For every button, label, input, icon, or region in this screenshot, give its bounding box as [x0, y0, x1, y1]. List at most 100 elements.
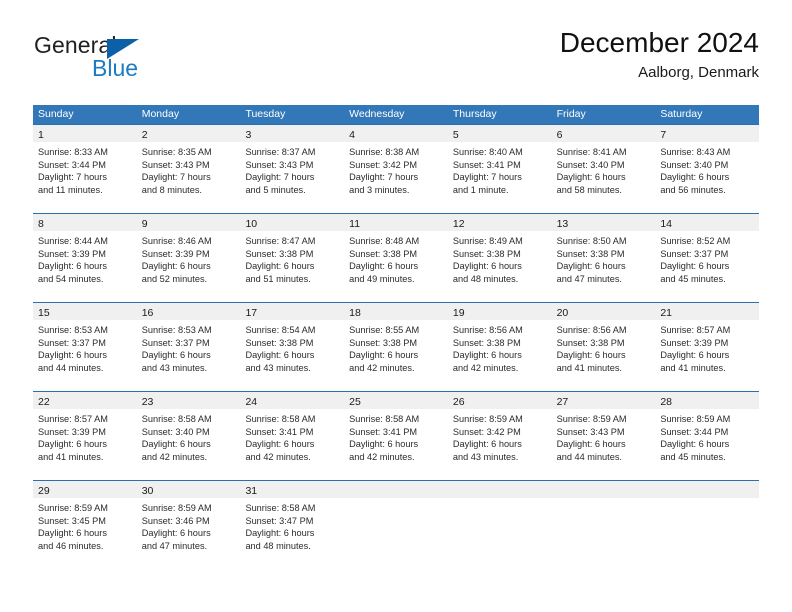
day-number-band [655, 481, 760, 498]
calendar-day-cell[interactable]: 5 Sunrise: 8:40 AM Sunset: 3:41 PM Dayli… [447, 125, 552, 213]
daylight-text-line1: Daylight: 6 hours [38, 350, 107, 361]
day-number-band: 12 [447, 214, 552, 231]
daylight-text-line1: Daylight: 6 hours [660, 261, 730, 272]
sunrise-text: Sunrise: 8:59 AM [38, 503, 108, 513]
daylight-text-line1: Daylight: 6 hours [141, 261, 211, 272]
daylight-text-line1: Daylight: 7 hours [452, 172, 522, 183]
sunset-text: Sunset: 3:37 PM [38, 337, 106, 348]
calendar-day-cell[interactable]: 24 Sunrise: 8:58 AM Sunset: 3:41 PM Dayl… [240, 392, 345, 480]
calendar-day-cell[interactable]: 6 Sunrise: 8:41 AM Sunset: 3:40 PM Dayli… [551, 125, 656, 213]
sunrise-text: Sunrise: 8:49 AM [452, 236, 523, 246]
daylight-text-line2: and 48 minutes. [245, 540, 311, 551]
calendar-day-cell[interactable]: 8 Sunrise: 8:44 AM Sunset: 3:39 PM Dayli… [33, 214, 137, 302]
calendar-day-cell[interactable]: 25 Sunrise: 8:58 AM Sunset: 3:41 PM Dayl… [344, 392, 448, 480]
daylight-text-line2: and 45 minutes. [660, 273, 726, 284]
calendar-day-cell[interactable]: 18 Sunrise: 8:55 AM Sunset: 3:38 PM Dayl… [344, 303, 448, 391]
day-number: 10 [245, 218, 258, 230]
calendar-day-cell[interactable]: 10 Sunrise: 8:47 AM Sunset: 3:38 PM Dayl… [240, 214, 345, 302]
daylight-text-line2: and 52 minutes. [141, 273, 208, 284]
calendar-day-cell[interactable]: 16 Sunrise: 8:53 AM Sunset: 3:37 PM Dayl… [136, 303, 241, 391]
calendar-day-cell[interactable]: 3 Sunrise: 8:37 AM Sunset: 3:43 PM Dayli… [240, 125, 345, 213]
day-number: 6 [556, 129, 563, 141]
day-number-band: 24 [240, 392, 345, 409]
sunset-text: Sunset: 3:43 PM [141, 159, 210, 170]
day-number: 22 [38, 396, 50, 408]
day-number-band [551, 481, 656, 498]
calendar-day-cell[interactable]: 31 Sunrise: 8:58 AM Sunset: 3:47 PM Dayl… [240, 481, 345, 569]
calendar-day-cell[interactable]: 20 Sunrise: 8:56 AM Sunset: 3:38 PM Dayl… [551, 303, 656, 391]
daylight-text-line1: Daylight: 6 hours [245, 528, 315, 539]
calendar-day-cell[interactable]: 21 Sunrise: 8:57 AM Sunset: 3:39 PM Dayl… [655, 303, 760, 391]
day-number-band: 2 [136, 125, 241, 142]
calendar-day-cell[interactable]: 27 Sunrise: 8:59 AM Sunset: 3:43 PM Dayl… [551, 392, 656, 480]
calendar-day-cell[interactable]: 9 Sunrise: 8:46 AM Sunset: 3:39 PM Dayli… [136, 214, 241, 302]
day-number-band: 1 [33, 125, 137, 142]
calendar-day-cell[interactable]: 13 Sunrise: 8:50 AM Sunset: 3:38 PM Dayl… [551, 214, 656, 302]
calendar-day-cell[interactable]: 4 Sunrise: 8:38 AM Sunset: 3:42 PM Dayli… [344, 125, 448, 213]
calendar-day-cell[interactable]: 17 Sunrise: 8:54 AM Sunset: 3:38 PM Dayl… [240, 303, 345, 391]
day-number-band: 18 [344, 303, 448, 320]
sunrise-text: Sunrise: 8:56 AM [556, 325, 627, 335]
daylight-text-line2: and 43 minutes. [245, 362, 311, 373]
calendar-day-cell[interactable]: 14 Sunrise: 8:52 AM Sunset: 3:37 PM Dayl… [655, 214, 760, 302]
sunset-text: Sunset: 3:41 PM [349, 426, 418, 437]
sunrise-text: Sunrise: 8:59 AM [556, 414, 627, 424]
daylight-text-line2: and 41 minutes. [556, 362, 622, 373]
calendar-day-cell[interactable]: 2 Sunrise: 8:35 AM Sunset: 3:43 PM Dayli… [136, 125, 241, 213]
logo[interactable]: General Blue [33, 26, 263, 88]
day-details: Sunrise: 8:59 AM Sunset: 3:43 PM Dayligh… [552, 409, 656, 463]
calendar-day-cell-empty [447, 481, 552, 569]
day-number: 24 [245, 396, 258, 408]
day-number-band: 30 [136, 481, 241, 498]
calendar-day-cell[interactable]: 28 Sunrise: 8:59 AM Sunset: 3:44 PM Dayl… [655, 392, 760, 480]
sunrise-text: Sunrise: 8:46 AM [141, 236, 212, 246]
sunset-text: Sunset: 3:43 PM [245, 159, 314, 170]
day-details: Sunrise: 8:54 AM Sunset: 3:38 PM Dayligh… [240, 320, 344, 374]
day-number-band: 26 [447, 392, 552, 409]
calendar-day-cell[interactable]: 15 Sunrise: 8:53 AM Sunset: 3:37 PM Dayl… [33, 303, 137, 391]
calendar-day-cell[interactable]: 26 Sunrise: 8:59 AM Sunset: 3:42 PM Dayl… [447, 392, 552, 480]
daylight-text-line1: Daylight: 6 hours [556, 350, 626, 361]
calendar-week-row: 29 Sunrise: 8:59 AM Sunset: 3:45 PM Dayl… [33, 480, 760, 569]
sunset-text: Sunset: 3:40 PM [141, 426, 210, 437]
day-number: 3 [245, 129, 252, 141]
daylight-text-line1: Daylight: 6 hours [141, 350, 211, 361]
weekday-header-sunday: Sunday [38, 108, 74, 120]
calendar-day-cell[interactable]: 12 Sunrise: 8:49 AM Sunset: 3:38 PM Dayl… [447, 214, 552, 302]
sunset-text: Sunset: 3:42 PM [452, 426, 521, 437]
calendar-day-cell[interactable]: 19 Sunrise: 8:56 AM Sunset: 3:38 PM Dayl… [447, 303, 552, 391]
calendar-day-cell[interactable]: 1 Sunrise: 8:33 AM Sunset: 3:44 PM Dayli… [33, 125, 137, 213]
daylight-text-line2: and 44 minutes. [556, 451, 622, 462]
calendar-day-cell[interactable]: 23 Sunrise: 8:58 AM Sunset: 3:40 PM Dayl… [136, 392, 241, 480]
day-number-band: 20 [551, 303, 656, 320]
sunset-text: Sunset: 3:45 PM [38, 515, 106, 526]
calendar-day-cell-empty [551, 481, 656, 569]
day-number-band: 16 [136, 303, 241, 320]
daylight-text-line2: and 43 minutes. [452, 451, 519, 462]
sunrise-text: Sunrise: 8:58 AM [141, 414, 212, 424]
day-number-band: 15 [33, 303, 137, 320]
daylight-text-line2: and 48 minutes. [452, 273, 519, 284]
daylight-text-line1: Daylight: 6 hours [349, 350, 419, 361]
sunrise-text: Sunrise: 8:52 AM [660, 236, 731, 246]
title-block: December 2024 Aalborg, Denmark [560, 26, 759, 83]
day-number: 12 [452, 218, 465, 230]
sunset-text: Sunset: 3:47 PM [245, 515, 314, 526]
day-number: 16 [141, 307, 154, 319]
sunset-text: Sunset: 3:41 PM [452, 159, 521, 170]
calendar-day-cell[interactable]: 11 Sunrise: 8:48 AM Sunset: 3:38 PM Dayl… [344, 214, 448, 302]
calendar-weekday-header-row: Sunday Monday Tuesday Wednesday Thursday… [33, 105, 759, 124]
calendar-day-cell[interactable]: 29 Sunrise: 8:59 AM Sunset: 3:45 PM Dayl… [33, 481, 137, 569]
calendar-day-cell-empty [655, 481, 760, 569]
calendar-day-cell[interactable]: 22 Sunrise: 8:57 AM Sunset: 3:39 PM Dayl… [33, 392, 137, 480]
sunset-text: Sunset: 3:39 PM [38, 248, 106, 259]
day-number: 25 [349, 396, 361, 408]
calendar-day-cell[interactable]: 30 Sunrise: 8:59 AM Sunset: 3:46 PM Dayl… [136, 481, 241, 569]
day-number: 26 [452, 396, 465, 408]
day-number: 20 [556, 307, 569, 319]
day-details: Sunrise: 8:40 AM Sunset: 3:41 PM Dayligh… [448, 142, 552, 196]
calendar-day-cell[interactable]: 7 Sunrise: 8:43 AM Sunset: 3:40 PM Dayli… [655, 125, 760, 213]
day-details: Sunrise: 8:59 AM Sunset: 3:46 PM Dayligh… [137, 498, 241, 552]
day-number: 5 [452, 129, 459, 141]
sunset-text: Sunset: 3:44 PM [38, 159, 106, 170]
